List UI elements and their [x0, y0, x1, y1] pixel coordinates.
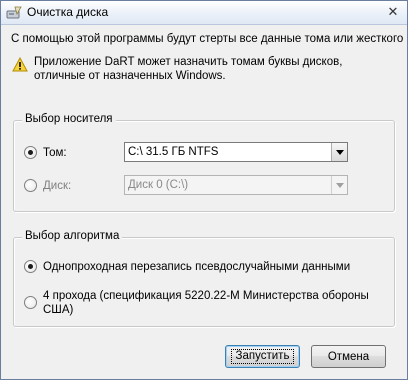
four-pass-label-line-1: 4 прохода (спецификация 5220.22-М Минист…: [43, 290, 369, 302]
four-pass-label-line-2: США): [43, 304, 74, 316]
warning-icon: [12, 56, 28, 73]
warning-line-1: Приложение DaRT может назначить томам бу…: [34, 56, 343, 68]
chevron-down-icon[interactable]: [331, 143, 347, 161]
close-button[interactable]: ✕: [383, 3, 403, 21]
chevron-down-icon[interactable]: [331, 176, 347, 194]
disk-eraser-icon: [6, 5, 22, 21]
disk-select-value: Диск 0 (C:\): [128, 179, 189, 191]
single-pass-radio-button[interactable]: [24, 260, 37, 273]
volume-select[interactable]: C:\ 31.5 ГБ NTFS: [124, 142, 348, 162]
single-pass-option[interactable]: Однопроходная перезапись псевдослучайным…: [24, 260, 350, 274]
volume-radio-label: Том:: [43, 147, 67, 159]
algorithm-group-legend: Выбор алгоритма: [22, 230, 123, 242]
cancel-button-label: Отмена: [327, 350, 370, 363]
title-bar[interactable]: Очистка диска ✕: [1, 1, 407, 25]
volume-radio[interactable]: Том:: [24, 146, 67, 160]
disk-cleanup-dialog: Очистка диска ✕ С помощью этой программы…: [0, 0, 408, 380]
volume-radio-button[interactable]: [24, 146, 37, 159]
algorithm-selection-group: Выбор алгоритма Однопроходная перезапись…: [13, 230, 395, 327]
window-title: Очистка диска: [27, 5, 109, 19]
warning-text: Приложение DaRT может назначить томам бу…: [34, 55, 342, 83]
four-pass-label: 4 прохода (спецификация 5220.22-М Минист…: [43, 289, 369, 317]
description-text: С помощью этой программы будут стерты вс…: [11, 33, 404, 45]
media-group-legend: Выбор носителя: [22, 113, 116, 125]
volume-select-value: C:\ 31.5 ГБ NTFS: [128, 146, 219, 158]
four-pass-option[interactable]: 4 прохода (спецификация 5220.22-М Минист…: [24, 289, 369, 317]
warning-line-2: отличные от назначенных Windows.: [34, 70, 226, 82]
start-button-label: Запустить: [230, 349, 295, 364]
single-pass-label: Однопроходная перезапись псевдослучайным…: [43, 261, 351, 273]
close-icon: ✕: [387, 4, 399, 19]
disk-radio-button[interactable]: [24, 179, 37, 192]
disk-select[interactable]: Диск 0 (C:\): [124, 175, 348, 195]
start-button[interactable]: Запустить: [225, 345, 300, 368]
disk-radio-label: Диск:: [43, 180, 72, 192]
disk-radio[interactable]: Диск:: [24, 179, 71, 193]
four-pass-radio-button[interactable]: [24, 296, 37, 309]
cancel-button[interactable]: Отмена: [311, 345, 386, 368]
media-selection-group: Выбор носителя Том: C:\ 31.5 ГБ NTFS Дис…: [13, 113, 395, 212]
